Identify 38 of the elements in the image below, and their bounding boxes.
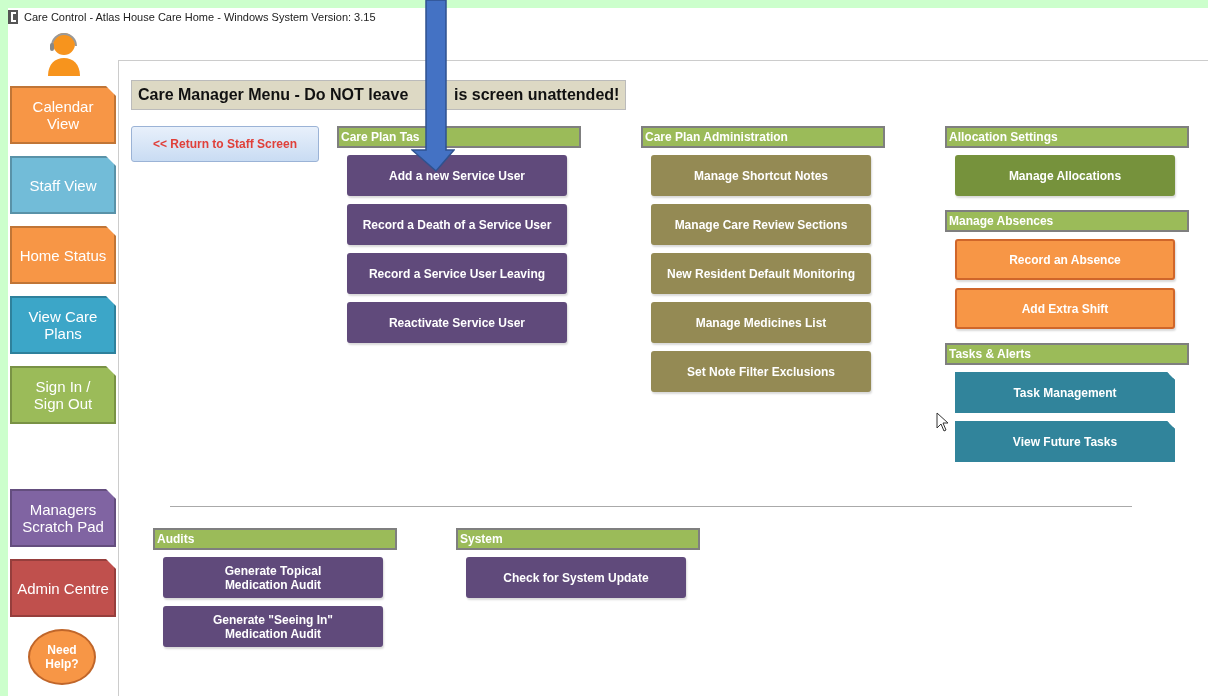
sidebar-button[interactable]: Admin Centre (10, 559, 116, 617)
menu-button[interactable]: Manage Allocations (955, 155, 1175, 196)
sidebar-button[interactable]: Staff View (10, 156, 116, 214)
section-header: Tasks & Alerts (945, 343, 1189, 365)
menu-button[interactable]: Record an Absence (955, 239, 1175, 280)
section-header: System (456, 528, 700, 550)
menu-button[interactable]: Add a new Service User (347, 155, 567, 196)
section-header: Care Plan Tas (337, 126, 581, 148)
menu-button[interactable]: Record a Death of a Service User (347, 204, 567, 245)
menu-button[interactable]: Set Note Filter Exclusions (651, 351, 871, 392)
section-header: Manage Absences (945, 210, 1189, 232)
menu-button[interactable]: Generate "Seeing In" Medication Audit (163, 606, 383, 647)
menu-button[interactable]: Add Extra Shift (955, 288, 1175, 329)
sidebar-button[interactable]: Sign In / Sign Out (10, 366, 116, 424)
sidebar-button[interactable]: Managers Scratch Pad (10, 489, 116, 547)
sidebar-button[interactable]: Calendar View (10, 86, 116, 144)
menu-button[interactable]: Generate Topical Medication Audit (163, 557, 383, 598)
menu-button[interactable]: Record a Service User Leaving (347, 253, 567, 294)
return-button[interactable]: << Return to Staff Screen (131, 126, 319, 162)
menu-button[interactable]: New Resident Default Monitoring (651, 253, 871, 294)
mouse-pointer-icon (936, 412, 949, 432)
section-header: Allocation Settings (945, 126, 1189, 148)
person-headset-icon (46, 30, 82, 76)
menu-button[interactable]: Manage Shortcut Notes (651, 155, 871, 196)
menu-button[interactable]: Reactivate Service User (347, 302, 567, 343)
menu-heading: is screen unattended! (454, 86, 620, 104)
section-header: Audits (153, 528, 397, 550)
menu-button[interactable]: View Future Tasks (955, 421, 1175, 462)
window-title: Care Control - Atlas House Care Home - Windows System Version: 3.15 (24, 11, 376, 23)
menu-button[interactable]: Task Management (955, 372, 1175, 413)
help-button[interactable]: Need Help? (28, 629, 96, 685)
menu-button[interactable]: Check for System Update (466, 557, 686, 598)
menu-button[interactable]: Manage Medicines List (651, 302, 871, 343)
section-header: Care Plan Administration (641, 126, 885, 148)
menu-heading: Care Manager Menu - Do NOT leave (138, 86, 410, 104)
menu-button[interactable]: Manage Care Review Sections (651, 204, 871, 245)
sidebar-button[interactable]: View Care Plans (10, 296, 116, 354)
sidebar-button[interactable]: Home Status (10, 226, 116, 284)
